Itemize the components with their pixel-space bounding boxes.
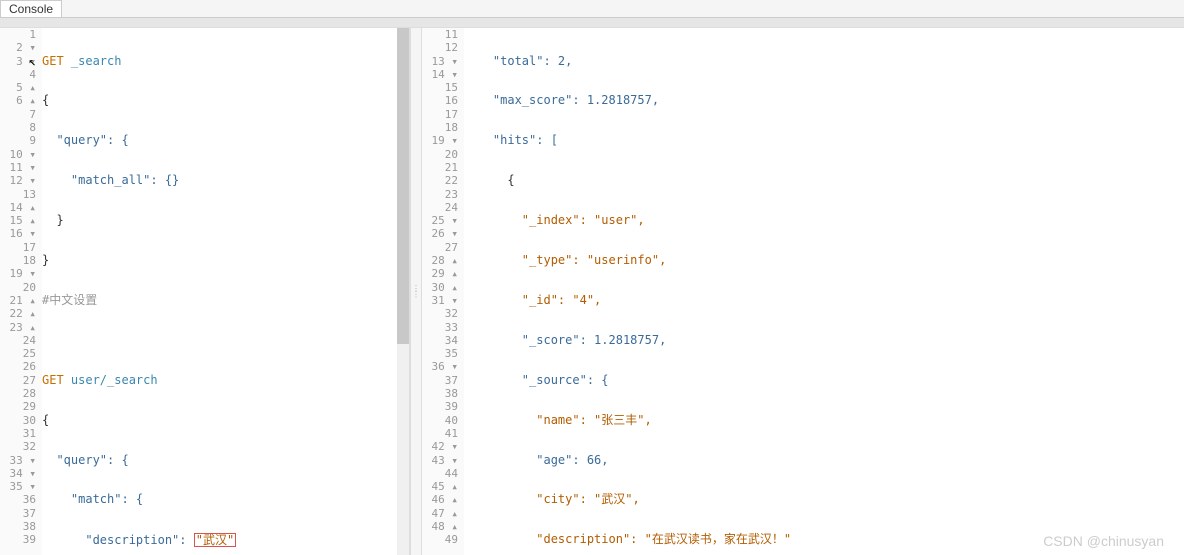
drag-handle-icon: ⋮⋮ (412, 286, 420, 298)
right-code[interactable]: "total": 2, "max_score": 1.2818757, "hit… (464, 28, 1184, 555)
watermark: CSDN @chinusyan (1043, 533, 1164, 549)
tab-bar: Console (0, 0, 1184, 18)
request-editor[interactable]: 12 ▾3 ▾45 ▴6 ▴78910 ▾11 ▾12 ▾1314 ▴15 ▴1… (0, 28, 410, 555)
scrollbar-vertical[interactable] (397, 28, 409, 555)
toolstrip (0, 18, 1184, 28)
cursor-icon: ↖ (28, 55, 36, 69)
left-code[interactable]: GET _search { "query": { "match_all": {}… (42, 28, 409, 555)
tab-console[interactable]: Console (0, 0, 62, 17)
scrollbar-thumb[interactable] (397, 28, 409, 344)
pane-divider[interactable]: ⋮⋮ (410, 28, 422, 555)
right-gutter: 111213 ▾14 ▾1516171819 ▾202122232425 ▾26… (422, 28, 464, 555)
response-viewer[interactable]: 111213 ▾14 ▾1516171819 ▾202122232425 ▾26… (422, 28, 1184, 555)
left-gutter: 12 ▾3 ▾45 ▴6 ▴78910 ▾11 ▾12 ▾1314 ▴15 ▴1… (0, 28, 42, 555)
editor-panes: 12 ▾3 ▾45 ▴6 ▴78910 ▾11 ▾12 ▾1314 ▴15 ▴1… (0, 28, 1184, 555)
highlight-box: "武汉" (194, 533, 236, 547)
